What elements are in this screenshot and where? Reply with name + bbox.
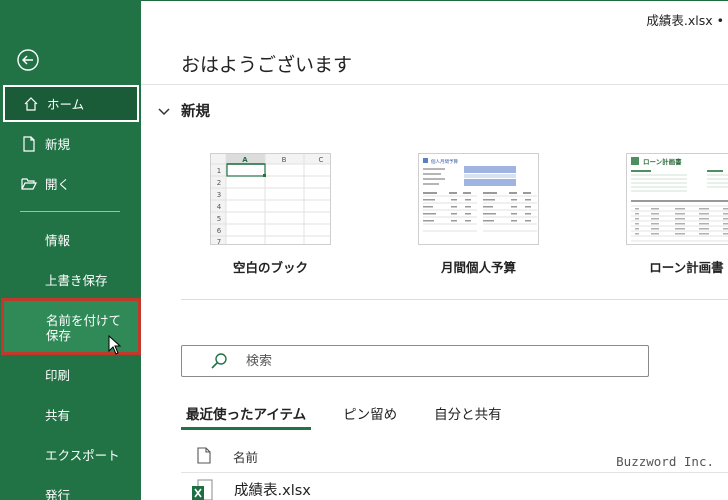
- template-label-blank: 空白のブック: [232, 260, 308, 275]
- search-box[interactable]: [181, 345, 649, 377]
- search-icon: [210, 352, 228, 370]
- sidebar-item-label: 開く: [45, 177, 71, 192]
- document-title: 成績表.xlsx •: [646, 13, 724, 28]
- row-header-4: 4: [217, 203, 222, 211]
- sidebar-item-label: 上書き保存: [45, 273, 108, 288]
- backstage-sidebar: ホーム 新規 開く 情報 上書き保存 名前を付けて保存 印刷 共有 エクスポート…: [0, 0, 141, 500]
- file-name[interactable]: 成績表.xlsx: [234, 479, 311, 500]
- sidebar-item-label: 印刷: [45, 368, 71, 383]
- sidebar-item-info[interactable]: 情報: [3, 221, 139, 258]
- sidebar-item-home[interactable]: ホーム: [3, 85, 139, 122]
- tab-pinned[interactable]: ピン留め: [338, 403, 402, 430]
- tab-recent[interactable]: 最近使ったアイテム: [181, 403, 312, 430]
- document-icon: [197, 447, 213, 465]
- row-header-5: 5: [217, 215, 221, 223]
- sidebar-item-export[interactable]: エクスポート: [3, 436, 139, 473]
- chevron-down-icon: [157, 104, 171, 118]
- sidebar-item-save[interactable]: 上書き保存: [3, 261, 139, 298]
- row-header-2: 2: [217, 179, 221, 187]
- template-monthly-budget[interactable]: 個人月間予算: [418, 153, 539, 245]
- new-section-heading: 新規: [181, 104, 210, 120]
- sidebar-item-label: 情報: [45, 233, 71, 248]
- search-input[interactable]: [246, 353, 626, 369]
- row-header-6: 6: [217, 227, 222, 235]
- column-header-b: B: [282, 156, 287, 164]
- row-header-7: 7: [217, 238, 221, 245]
- sidebar-item-label: 共有: [45, 408, 71, 423]
- row-header-3: 3: [217, 191, 221, 199]
- section-divider: [181, 299, 728, 300]
- column-header-c: C: [319, 156, 324, 164]
- file-list-tabs: 最近使ったアイテム ピン留め 自分と共有: [181, 403, 534, 430]
- table-row[interactable]: 成績表.xlsx: [181, 478, 728, 500]
- column-header-a: A: [242, 156, 248, 164]
- tab-shared[interactable]: 自分と共有: [429, 403, 507, 430]
- sidebar-item-label: 発行: [45, 488, 71, 500]
- sidebar-item-share[interactable]: 共有: [3, 396, 139, 433]
- home-icon: [22, 95, 40, 113]
- sidebar-item-print[interactable]: 印刷: [3, 356, 139, 393]
- mouse-pointer-icon: [108, 334, 122, 355]
- template-loan-planner[interactable]: ローン計画書: [626, 153, 728, 245]
- sidebar-item-new[interactable]: 新規: [3, 125, 139, 162]
- sidebar-item-label: ホーム: [47, 97, 85, 112]
- row-header-1: 1: [217, 167, 221, 175]
- sidebar-item-label: 新規: [45, 137, 71, 152]
- sidebar-item-open[interactable]: 開く: [3, 165, 139, 202]
- back-arrow-icon[interactable]: [16, 48, 40, 72]
- excel-file-icon: [190, 478, 214, 500]
- template-label-budget: 月間個人予算: [440, 260, 516, 275]
- template-label-loan: ローン計画書: [649, 260, 724, 275]
- greeting-heading: おはようございます: [181, 54, 353, 76]
- column-header-name[interactable]: 名前: [233, 447, 258, 466]
- template-blank-workbook[interactable]: A B C 1 2 3 4 5 6 7: [210, 153, 331, 245]
- new-document-icon: [20, 135, 38, 153]
- title-bar: [141, 0, 728, 4]
- header-divider: [141, 84, 728, 85]
- sidebar-item-publish[interactable]: 発行: [3, 476, 139, 500]
- loan-template-title: ローン計画書: [643, 157, 682, 166]
- folder-open-icon: [20, 175, 38, 193]
- new-section-toggle[interactable]: 新規: [157, 100, 210, 121]
- budget-template-title: 個人月間予算: [431, 158, 458, 165]
- sidebar-divider: [20, 211, 120, 212]
- watermark-text: Buzzword Inc.: [616, 454, 714, 469]
- sidebar-item-label: エクスポート: [45, 448, 120, 463]
